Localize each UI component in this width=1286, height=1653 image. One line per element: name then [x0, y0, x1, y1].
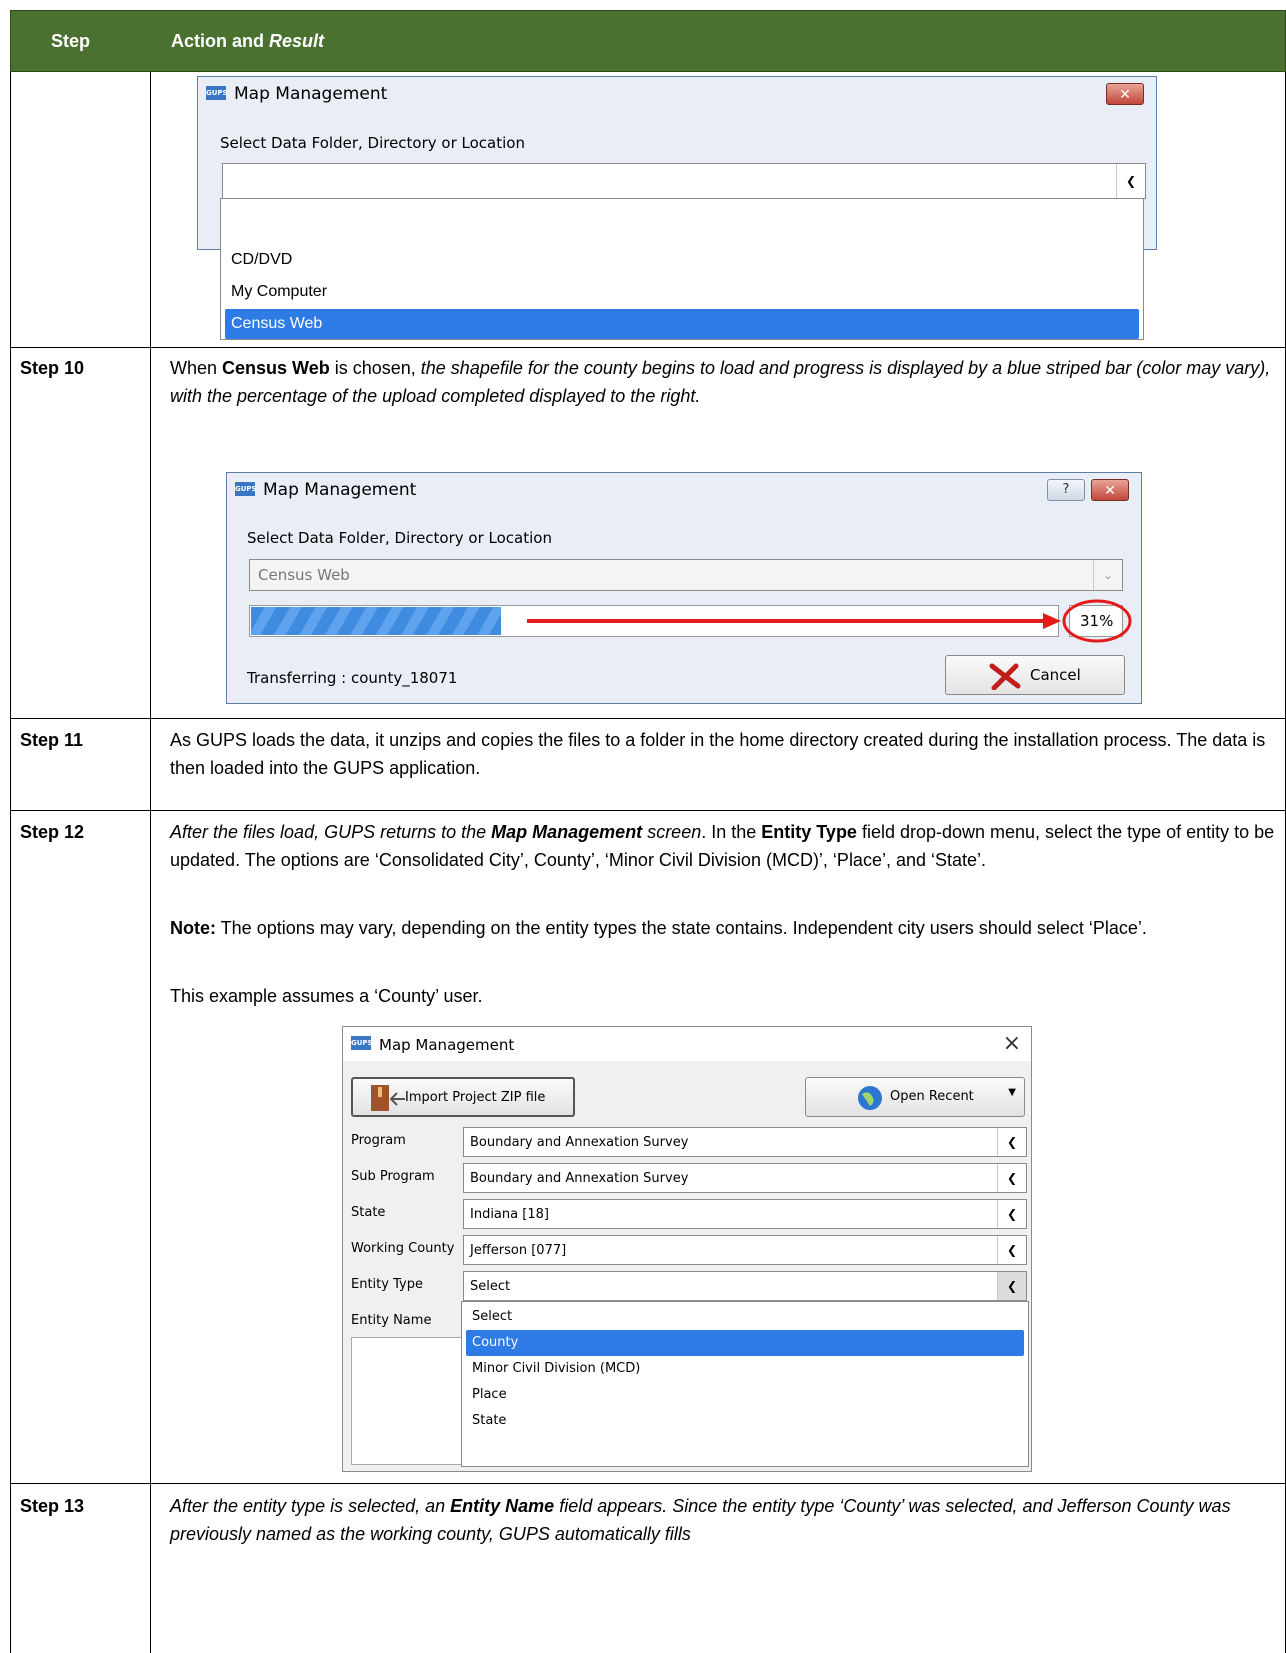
dropdown-option[interactable]: Census Web — [225, 309, 1139, 339]
field-label: Working County — [351, 1241, 455, 1256]
chevron-down-icon: ⌄ — [1093, 560, 1122, 590]
progress-fill — [251, 607, 502, 635]
dialog-title: Map Management — [234, 84, 388, 104]
combo-value: Census Web — [258, 566, 350, 584]
title-bar: GUPS Map Management × — [343, 1027, 1031, 1061]
combo-value: Select — [470, 1279, 511, 1294]
location-combo[interactable]: ❮ — [222, 163, 1146, 199]
grid-line — [10, 1483, 1286, 1484]
entity-type-combo[interactable]: Select ❮ — [463, 1271, 1027, 1301]
working-county-combo[interactable]: Jefferson [077] ❮ — [463, 1235, 1027, 1265]
field-label: Entity Type — [351, 1277, 423, 1292]
import-project-zip-button[interactable]: Import Project ZIP file — [351, 1077, 575, 1117]
red-circle-annotation — [1062, 599, 1132, 643]
step-label: Step 13 — [20, 1496, 85, 1516]
import-label: Import Project ZIP file — [405, 1090, 546, 1105]
cancel-button[interactable]: Cancel — [945, 655, 1125, 695]
select-location-label: Select Data Folder, Directory or Locatio… — [220, 134, 525, 152]
step-label: Step 12 — [20, 822, 85, 842]
grid-line — [10, 810, 1286, 811]
field-label: Sub Program — [351, 1169, 435, 1184]
step-text: After the files load, GUPS returns to th… — [170, 822, 1275, 870]
step-label: Step 11 — [20, 730, 84, 750]
dropdown-option[interactable]: Place — [466, 1382, 1024, 1408]
combo-value: Jefferson [077] — [470, 1243, 567, 1258]
open-recent-label: Open Recent — [890, 1089, 974, 1104]
step-text: After the entity type is selected, an En… — [170, 1496, 1231, 1544]
grid-line — [10, 718, 1286, 719]
step-text: As GUPS loads the data, it unzips and co… — [170, 730, 1266, 778]
chevron-down-icon[interactable]: ❮ — [997, 1164, 1026, 1192]
grid-line — [150, 72, 151, 1653]
help-button[interactable]: ? — [1047, 479, 1085, 501]
field-label: State — [351, 1205, 386, 1220]
gups-app-icon: GUPS — [206, 86, 228, 100]
table-header: Step Action and Result — [10, 10, 1286, 72]
combo-value: Boundary and Annexation Survey — [470, 1135, 689, 1150]
combo-value: Boundary and Annexation Survey — [470, 1171, 689, 1186]
gups-app-icon: GUPS — [235, 482, 257, 496]
title-bar: GUPS Map Management ? ✕ — [227, 473, 1141, 507]
cancel-label: Cancel — [1030, 666, 1081, 684]
state-combo[interactable]: Indiana [18] ❮ — [463, 1199, 1027, 1229]
chevron-down-icon[interactable]: ❮ — [1116, 164, 1145, 198]
cancel-x-icon — [989, 663, 1021, 690]
chevron-down-icon[interactable]: ❮ — [997, 1236, 1026, 1264]
dropdown-option[interactable]: CD/DVD — [225, 245, 1139, 275]
dropdown-option[interactable]: State — [466, 1408, 1024, 1434]
dropdown-option[interactable]: County — [466, 1330, 1024, 1356]
entity-name-label: Entity Name — [351, 1313, 432, 1328]
note-text: Note: The options may vary, depending on… — [170, 918, 1147, 938]
dialog-title: Map Management — [379, 1036, 515, 1054]
combo-value: Indiana [18] — [470, 1207, 549, 1222]
step-text: When Census Web is chosen, the shapefile… — [170, 358, 1271, 406]
dialog-title: Map Management — [263, 480, 417, 500]
location-dropdown-list: CD/DVD My Computer Census Web — [220, 198, 1144, 340]
select-location-label: Select Data Folder, Directory or Locatio… — [247, 529, 552, 547]
dropdown-option[interactable]: My Computer — [225, 277, 1139, 307]
dropdown-option[interactable]: Minor Civil Division (MCD) — [466, 1356, 1024, 1382]
sub-program-combo[interactable]: Boundary and Annexation Survey ❮ — [463, 1163, 1027, 1193]
map-management-dialog-3: GUPS Map Management × Import Project ZIP… — [342, 1026, 1032, 1472]
header-step: Step — [51, 31, 91, 51]
header-action: Action and Result — [171, 31, 325, 51]
transfer-status: Transferring : county_18071 — [247, 669, 458, 687]
grid-line — [10, 72, 11, 1653]
gups-app-icon: GUPS — [351, 1036, 373, 1050]
chevron-down-icon[interactable]: ❮ — [997, 1272, 1026, 1300]
grid-line — [10, 347, 1286, 348]
map-management-dialog-2: GUPS Map Management ? ✕ Select Data Fold… — [226, 472, 1142, 704]
entity-type-dropdown-list: Select County Minor Civil Division (MCD)… — [461, 1301, 1029, 1467]
location-combo: Census Web ⌄ — [249, 559, 1123, 591]
step-label: Step 10 — [20, 358, 85, 378]
red-arrow-annotation — [527, 613, 1061, 629]
zip-folder-icon — [371, 1085, 405, 1111]
open-recent-button[interactable]: Open Recent ▼ — [805, 1077, 1025, 1117]
chevron-down-icon[interactable]: ❮ — [997, 1128, 1026, 1156]
example-text: This example assumes a ‘County’ user. — [170, 986, 483, 1006]
close-button[interactable]: ✕ — [1106, 83, 1144, 105]
instruction-table: Step Action and Result GUPS Map Manageme… — [10, 10, 1286, 1653]
program-combo[interactable]: Boundary and Annexation Survey ❮ — [463, 1127, 1027, 1157]
close-button[interactable]: ✕ — [1091, 479, 1129, 501]
dropdown-option[interactable]: Select — [466, 1304, 1024, 1330]
field-label: Program — [351, 1133, 406, 1148]
entity-name-box[interactable] — [351, 1337, 463, 1465]
globe-icon — [858, 1086, 882, 1110]
close-icon[interactable]: × — [1003, 1031, 1021, 1056]
dropdown-arrow-icon[interactable]: ▼ — [1008, 1087, 1016, 1098]
chevron-down-icon[interactable]: ❮ — [997, 1200, 1026, 1228]
title-bar: GUPS Map Management ✕ — [198, 77, 1156, 111]
